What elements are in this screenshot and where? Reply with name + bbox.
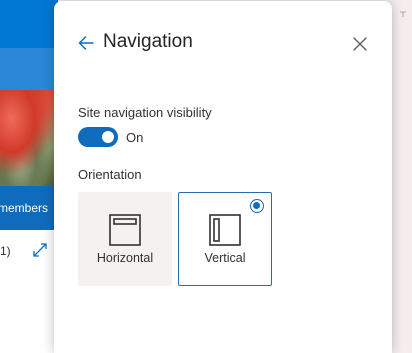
orientation-label: Orientation: [78, 167, 142, 182]
vertical-option-label: Vertical: [204, 251, 246, 265]
visibility-toggle-row: On: [78, 127, 143, 147]
back-button[interactable]: [74, 31, 98, 55]
vertical-layout-icon: [209, 214, 241, 246]
horizontal-layout-icon: [109, 214, 141, 246]
members-label: members: [0, 201, 49, 215]
navigation-panel: Navigation Site navigation visibility On…: [54, 1, 392, 353]
orientation-option-horizontal[interactable]: Horizontal: [78, 192, 172, 286]
visibility-toggle[interactable]: [78, 127, 118, 147]
background-mark: [400, 4, 406, 17]
close-button[interactable]: [348, 32, 372, 56]
member-count-text: 1): [0, 244, 11, 258]
site-header-bar: [0, 48, 58, 90]
hero-image: [0, 90, 58, 186]
members-bar[interactable]: members: [0, 186, 58, 230]
background-page: members 1): [0, 0, 58, 353]
toggle-state-text: On: [126, 129, 144, 145]
expand-icon[interactable]: [32, 242, 48, 258]
orientation-option-vertical[interactable]: Vertical: [178, 192, 272, 286]
back-arrow-icon: [78, 36, 94, 50]
horizontal-option-label: Horizontal: [96, 251, 154, 265]
toggle-knob: [102, 131, 114, 143]
panel-header: Navigation: [54, 1, 392, 81]
suite-bar: [0, 0, 58, 48]
visibility-label: Site navigation visibility: [78, 105, 212, 120]
screen: members 1) Navigation Site navigation vi…: [0, 0, 412, 353]
background-right-edge: [392, 0, 412, 353]
selected-radio-icon: [250, 199, 264, 213]
close-icon: [353, 37, 367, 51]
panel-title: Navigation: [103, 31, 193, 52]
